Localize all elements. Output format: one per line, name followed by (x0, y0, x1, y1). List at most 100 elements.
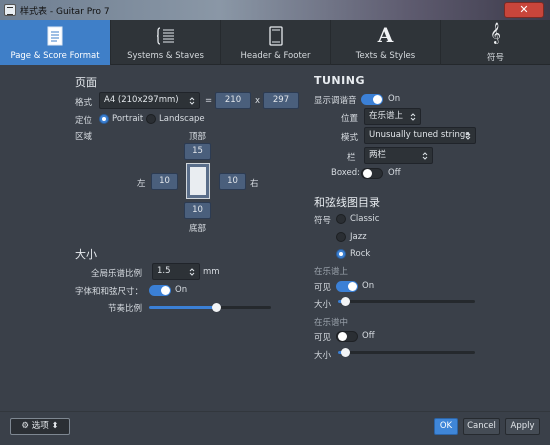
tab-label: Page & Score Format (10, 51, 100, 61)
classic-radio[interactable] (336, 214, 346, 224)
bottom-margin-input[interactable]: 10 (184, 202, 211, 219)
jazz-radio[interactable] (336, 232, 346, 242)
position-select[interactable]: 在乐谱上 (364, 108, 421, 125)
tab-page-score-format[interactable]: Page & Score Format (0, 20, 111, 65)
window-title: 样式表 - Guitar Pro 7 (20, 7, 110, 17)
header-footer-icon (268, 26, 283, 49)
tab-label: Texts & Styles (355, 51, 416, 61)
on-score-size-slider[interactable] (338, 297, 475, 306)
treble-clef-icon: 𝄞 (490, 23, 501, 44)
tab-label: Header & Footer (240, 51, 311, 61)
close-button[interactable]: ✕ (504, 2, 544, 18)
size-heading: 大小 (75, 248, 97, 261)
format-value: A4 (210x297mm) (104, 95, 179, 105)
right-margin-input[interactable]: 10 (219, 173, 246, 190)
slider-knob[interactable] (340, 297, 350, 306)
boxed-toggle[interactable] (361, 168, 383, 179)
column-value: 两栏 (369, 150, 387, 160)
top-margin-label: 顶部 (189, 132, 207, 142)
slider-knob[interactable] (340, 348, 350, 357)
rock-radio[interactable] (336, 249, 346, 259)
page-height-input[interactable]: 297 (263, 92, 299, 109)
mode-select[interactable]: Unusually tuned strings (364, 127, 476, 144)
dialog-footer: ⚙ 选项 ⬍ OK Cancel Apply (0, 411, 550, 445)
equals-sign: = (205, 96, 213, 106)
right-margin-label: 右 (250, 179, 259, 189)
updown-arrow-icon (465, 132, 471, 140)
show-tuning-state: On (388, 94, 401, 104)
in-score-heading: 在乐谱中 (314, 318, 349, 328)
on-score-visible-state: On (362, 281, 375, 291)
slider-knob[interactable] (212, 303, 222, 312)
font-chord-size-toggle[interactable] (149, 285, 171, 296)
apply-button[interactable]: Apply (505, 418, 540, 435)
in-score-size-label: 大小 (314, 351, 332, 361)
systems-icon (156, 26, 175, 49)
margins-label: 区域 (75, 132, 93, 142)
classic-label: Classic (350, 214, 380, 224)
show-tuning-toggle[interactable] (361, 94, 383, 105)
left-margin-label: 左 (137, 179, 146, 189)
boxed-label: Boxed: (331, 168, 361, 178)
on-score-visible-toggle[interactable] (336, 281, 358, 292)
position-label: 位置 (341, 114, 359, 124)
in-score-visible-label: 可见 (314, 333, 332, 343)
jazz-label: Jazz (350, 232, 367, 242)
in-score-size-slider[interactable] (338, 348, 475, 357)
page-icon (47, 26, 63, 49)
portrait-radio[interactable] (99, 114, 109, 124)
cancel-button[interactable]: Cancel (463, 418, 500, 435)
page-preview (186, 163, 210, 199)
mode-label: 模式 (341, 133, 359, 143)
tab-header-footer[interactable]: Header & Footer (221, 20, 331, 65)
updown-arrow-icon (410, 113, 416, 121)
page-heading: 页面 (75, 76, 97, 89)
format-select[interactable]: A4 (210x297mm) (99, 92, 200, 109)
on-score-heading: 在乐谱上 (314, 267, 349, 277)
ok-button[interactable]: OK (434, 418, 458, 435)
rock-label: Rock (350, 249, 371, 259)
updown-arrow-icon (189, 268, 195, 276)
tab-symbols[interactable]: 𝄞 符号 (441, 20, 550, 65)
options-button[interactable]: ⚙ 选项 ⬍ (10, 418, 70, 435)
text-a-icon: A (377, 23, 394, 47)
global-scale-label: 全局乐谱比例 (91, 269, 143, 279)
on-score-size-label: 大小 (314, 300, 332, 310)
font-chord-size-state: On (175, 285, 188, 295)
updown-arrow-icon (422, 152, 428, 160)
app-icon (4, 4, 16, 16)
global-scale-unit: mm (203, 267, 220, 277)
gear-icon: ⚙ (21, 421, 30, 431)
column-label: 栏 (347, 153, 356, 163)
position-value: 在乐谱上 (369, 111, 404, 121)
tuning-heading: TUNING (314, 74, 365, 87)
left-margin-input[interactable]: 10 (151, 173, 178, 190)
in-score-visible-state: Off (362, 331, 375, 341)
portrait-label: Portrait (112, 114, 144, 124)
global-scale-value: 1.5 (157, 266, 171, 276)
tab-label: 符号 (486, 53, 504, 63)
global-scale-spinner[interactable]: 1.5 (152, 263, 200, 280)
in-score-visible-toggle[interactable] (336, 331, 358, 342)
orientation-label: 定位 (75, 116, 93, 126)
title-bar: 样式表 - Guitar Pro 7 ✕ (0, 0, 550, 20)
column-select[interactable]: 两栏 (364, 147, 433, 164)
slider-fill (149, 306, 217, 309)
top-margin-input[interactable]: 15 (184, 143, 211, 160)
tab-bar: Page & Score Format Systems & Staves Hea… (0, 20, 550, 65)
times-sign: x (255, 96, 261, 106)
options-label: 选项 (31, 421, 49, 431)
rhythm-ratio-label: 节奏比例 (108, 304, 143, 314)
chord-diagram-heading: 和弦线图目录 (314, 196, 380, 209)
tab-texts-styles[interactable]: A Texts & Styles (331, 20, 441, 65)
mode-value: Unusually tuned strings (369, 130, 470, 140)
settings-panel: 页面 格式 A4 (210x297mm) = 210 x 297 定位 Port… (0, 66, 550, 411)
landscape-radio[interactable] (146, 114, 156, 124)
tab-systems-staves[interactable]: Systems & Staves (111, 20, 221, 65)
updown-arrow-icon (189, 97, 195, 105)
show-tuning-label: 显示调谐音 (314, 96, 357, 106)
symbol-label: 符号 (314, 216, 332, 226)
tab-label: Systems & Staves (127, 51, 204, 61)
rhythm-ratio-slider[interactable] (149, 303, 271, 312)
page-width-input[interactable]: 210 (215, 92, 251, 109)
